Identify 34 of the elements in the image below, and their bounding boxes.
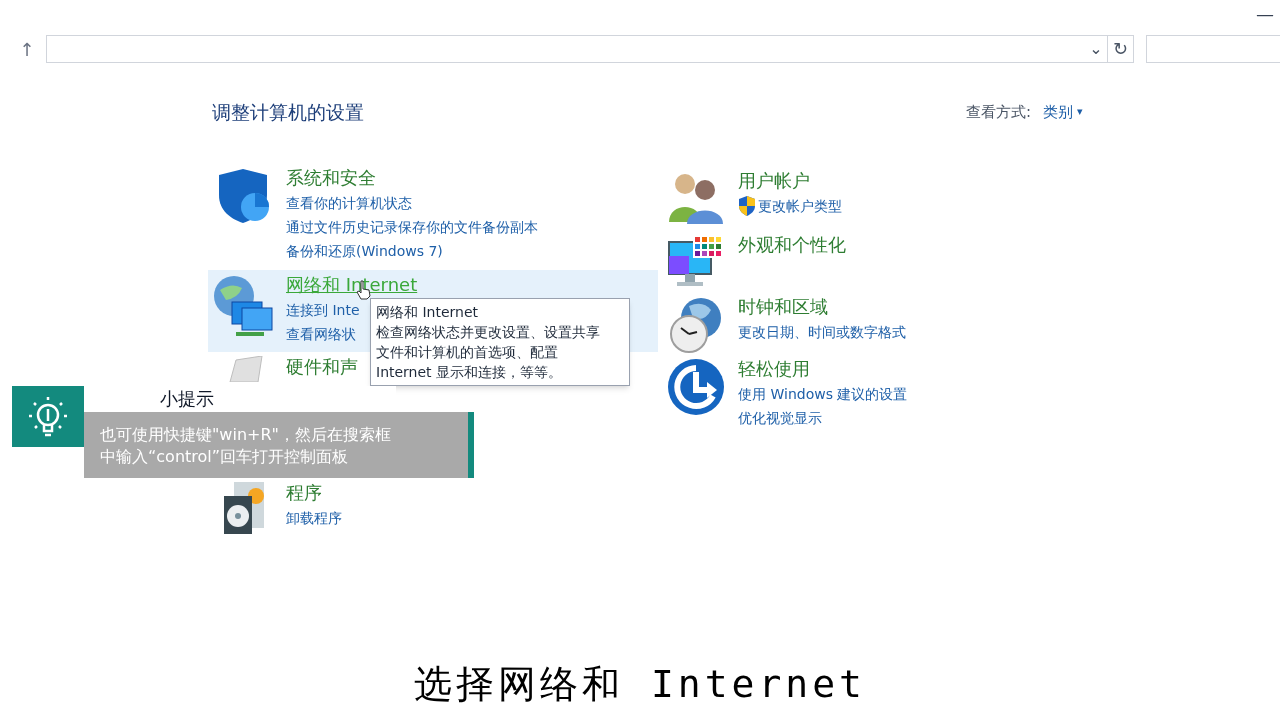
tooltip-text: 检查网络状态并更改设置、设置共享 bbox=[376, 323, 601, 342]
category-title[interactable]: 程序 bbox=[286, 480, 342, 506]
tip-text: 也可使用快捷键"win+R"，然后在搜索框 bbox=[100, 424, 392, 446]
search-field[interactable] bbox=[1146, 35, 1280, 63]
category-title[interactable]: 时钟和区域 bbox=[738, 294, 906, 320]
category-link[interactable]: 更改日期、时间或数字格式 bbox=[738, 320, 906, 344]
category-title[interactable]: 用户帐户 bbox=[738, 168, 842, 194]
tip-text: 中输入“control”回车打开控制面板 bbox=[100, 446, 350, 468]
lightbulb-icon bbox=[28, 394, 68, 439]
ease-of-access-icon bbox=[667, 358, 725, 416]
category-link[interactable]: 备份和还原(Windows 7) bbox=[286, 239, 538, 263]
category-title[interactable]: 轻松使用 bbox=[738, 356, 908, 382]
up-button[interactable]: ↑ bbox=[16, 35, 38, 63]
refresh-button[interactable]: ↻ bbox=[1107, 36, 1133, 62]
page-heading: 调整计算机的设置 bbox=[212, 100, 364, 125]
category-link[interactable]: 通过文件历史记录保存你的文件备份副本 bbox=[286, 215, 538, 239]
view-by-label: 查看方式: bbox=[966, 102, 1032, 123]
category-link[interactable]: 更改帐户类型 bbox=[738, 194, 842, 218]
category-link[interactable]: 优化视觉显示 bbox=[738, 406, 908, 430]
subtitle: 选择网络和 Internet bbox=[413, 661, 867, 708]
view-by-dropdown[interactable]: 类别 ▾ bbox=[1043, 101, 1083, 124]
tooltip-text: Internet 显示和连接，等等。 bbox=[376, 363, 564, 382]
category-title[interactable]: 系统和安全 bbox=[286, 165, 538, 191]
tooltip-title: 网络和 Internet bbox=[376, 303, 480, 322]
category-link[interactable]: 卸载程序 bbox=[286, 506, 342, 530]
category-link[interactable]: 使用 Windows 建议的设置 bbox=[738, 382, 908, 406]
category-title[interactable]: 外观和个性化 bbox=[738, 232, 846, 258]
address-field[interactable]: ⌄ ↻ bbox=[46, 35, 1134, 63]
network-icon bbox=[212, 274, 276, 338]
category-title[interactable]: 硬件和声 bbox=[286, 354, 358, 380]
dropdown-button[interactable]: ⌄ bbox=[1085, 41, 1107, 57]
minimize-button[interactable]: — bbox=[1256, 0, 1274, 27]
category-link[interactable]: 查看你的计算机状态 bbox=[286, 191, 538, 215]
disc-box-icon bbox=[224, 482, 264, 534]
